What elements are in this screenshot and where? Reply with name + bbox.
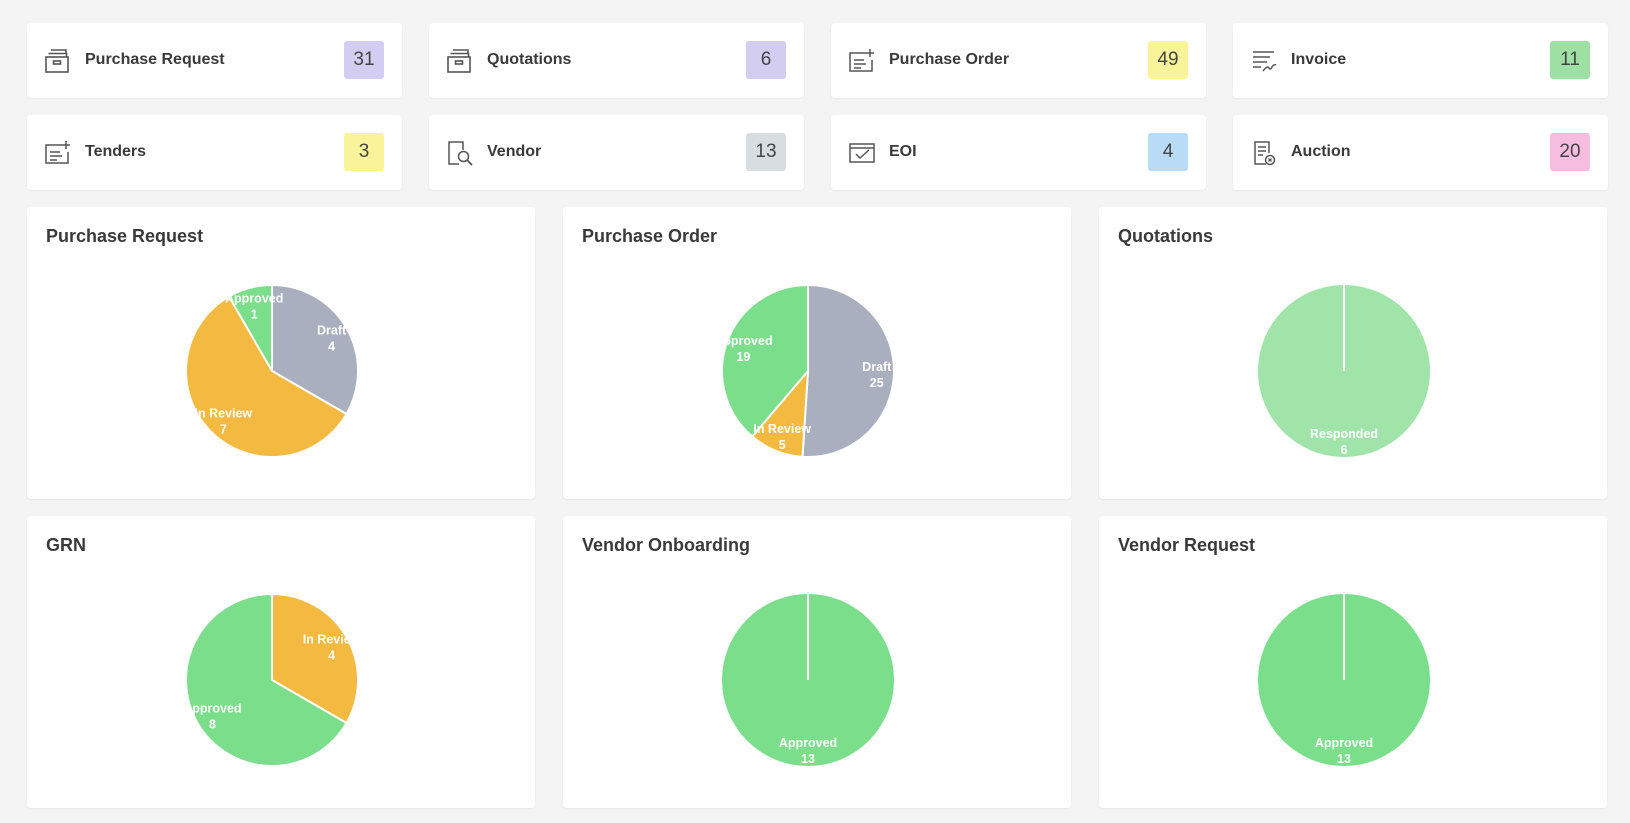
stats-grid: Purchase Request 31 Quotations 6 Purchas… <box>27 23 1608 190</box>
slice-value-approved: 8 <box>209 717 216 731</box>
slice-label-approved: Approved <box>714 334 772 348</box>
stat-label: EOI <box>889 143 917 160</box>
archive-box-icon <box>446 47 474 75</box>
stat-label: Vendor <box>487 143 542 160</box>
slice-label-draft: Draft <box>862 360 892 374</box>
pie-chart: Approved 13 <box>1258 594 1430 766</box>
chart-card-vendor-request: Vendor Request Approved 13 <box>1099 516 1607 808</box>
slice-value-in-review: 5 <box>779 438 786 452</box>
slice-label-in-review: In Review <box>195 407 253 421</box>
slice-value-approved: 13 <box>1337 752 1351 766</box>
invoice-sign-icon <box>1250 47 1278 75</box>
stat-card-purchase-order[interactable]: Purchase Order 49 <box>831 23 1206 98</box>
slice-label-approved: Approved <box>1315 736 1373 750</box>
stat-label: Purchase Order <box>889 51 1010 68</box>
slice-value-in-review: 4 <box>328 649 335 663</box>
slice-label-draft: Draft <box>317 324 347 338</box>
archive-box-icon <box>44 47 72 75</box>
slice-label-in-review: In Review <box>753 422 811 436</box>
stat-label: Tenders <box>85 143 147 160</box>
stat-count-badge: 4 <box>1148 133 1188 171</box>
stat-count-badge: 49 <box>1148 41 1188 79</box>
slice-label-in-review: In Review <box>303 633 361 647</box>
add-document-icon <box>44 139 72 167</box>
stat-card-eoi[interactable]: EOI 4 <box>831 115 1206 190</box>
add-document-icon <box>848 47 876 75</box>
slice-label-approved: Approved <box>779 736 837 750</box>
stat-card-quotations[interactable]: Quotations 6 <box>429 23 804 98</box>
stat-card-auction[interactable]: Auction 20 <box>1233 115 1608 190</box>
slice-label-approved: Approved <box>225 292 283 306</box>
stat-card-invoice[interactable]: Invoice 11 <box>1233 23 1608 98</box>
pie-chart: Responded 6 <box>1258 285 1430 457</box>
slice-value-draft: 4 <box>328 340 335 354</box>
pie-chart: In Review 4 Approved 8 <box>183 593 361 767</box>
stat-card-tenders[interactable]: Tenders 3 <box>27 115 402 190</box>
stat-count-badge: 11 <box>1550 41 1590 79</box>
stat-count-badge: 6 <box>746 41 786 79</box>
auction-document-icon <box>1250 139 1278 167</box>
pie-chart: Draft 25 In Review 5 Approved 19 <box>714 284 895 458</box>
pie-chart: Draft 4 In Review 7 Approved 1 <box>185 284 359 458</box>
chart-card-quotations: Quotations Responded 6 <box>1099 207 1607 499</box>
chart-card-vendor-onboarding: Vendor Onboarding Approved 13 <box>563 516 1071 808</box>
stat-count-badge: 20 <box>1550 133 1590 171</box>
slice-value-draft: 25 <box>870 376 884 390</box>
stat-label: Auction <box>1291 143 1351 160</box>
stat-label: Purchase Request <box>85 51 225 68</box>
stat-count-badge: 13 <box>746 133 786 171</box>
slice-value-approved: 1 <box>251 308 258 322</box>
envelope-check-icon <box>848 139 876 167</box>
stat-card-vendor[interactable]: Vendor 13 <box>429 115 804 190</box>
slice-value-approved: 13 <box>801 752 815 766</box>
slice-value-in-review: 7 <box>220 423 227 437</box>
charts-grid: Purchase Request Draft 4 In Review 7 Approve… <box>27 207 1607 808</box>
slice-label-responded: Responded <box>1310 427 1378 441</box>
chart-card-purchase-order: Purchase Order Draft 25 In Review 5 Approved… <box>563 207 1071 499</box>
chart-card-purchase-request: Purchase Request Draft 4 In Review 7 Approve… <box>27 207 535 499</box>
slice-value-approved: 19 <box>736 350 750 364</box>
search-document-icon <box>446 139 474 167</box>
stat-count-badge: 31 <box>344 41 384 79</box>
slice-value-responded: 6 <box>1341 443 1348 457</box>
stat-label: Invoice <box>1291 51 1347 68</box>
slice-label-approved: Approved <box>183 701 241 715</box>
chart-card-grn: GRN In Review 4 Approved 8 <box>27 516 535 808</box>
pie-chart: Approved 13 <box>722 594 894 766</box>
stat-count-badge: 3 <box>344 133 384 171</box>
stat-label: Quotations <box>487 51 572 68</box>
stat-card-purchase-request[interactable]: Purchase Request 31 <box>27 23 402 98</box>
